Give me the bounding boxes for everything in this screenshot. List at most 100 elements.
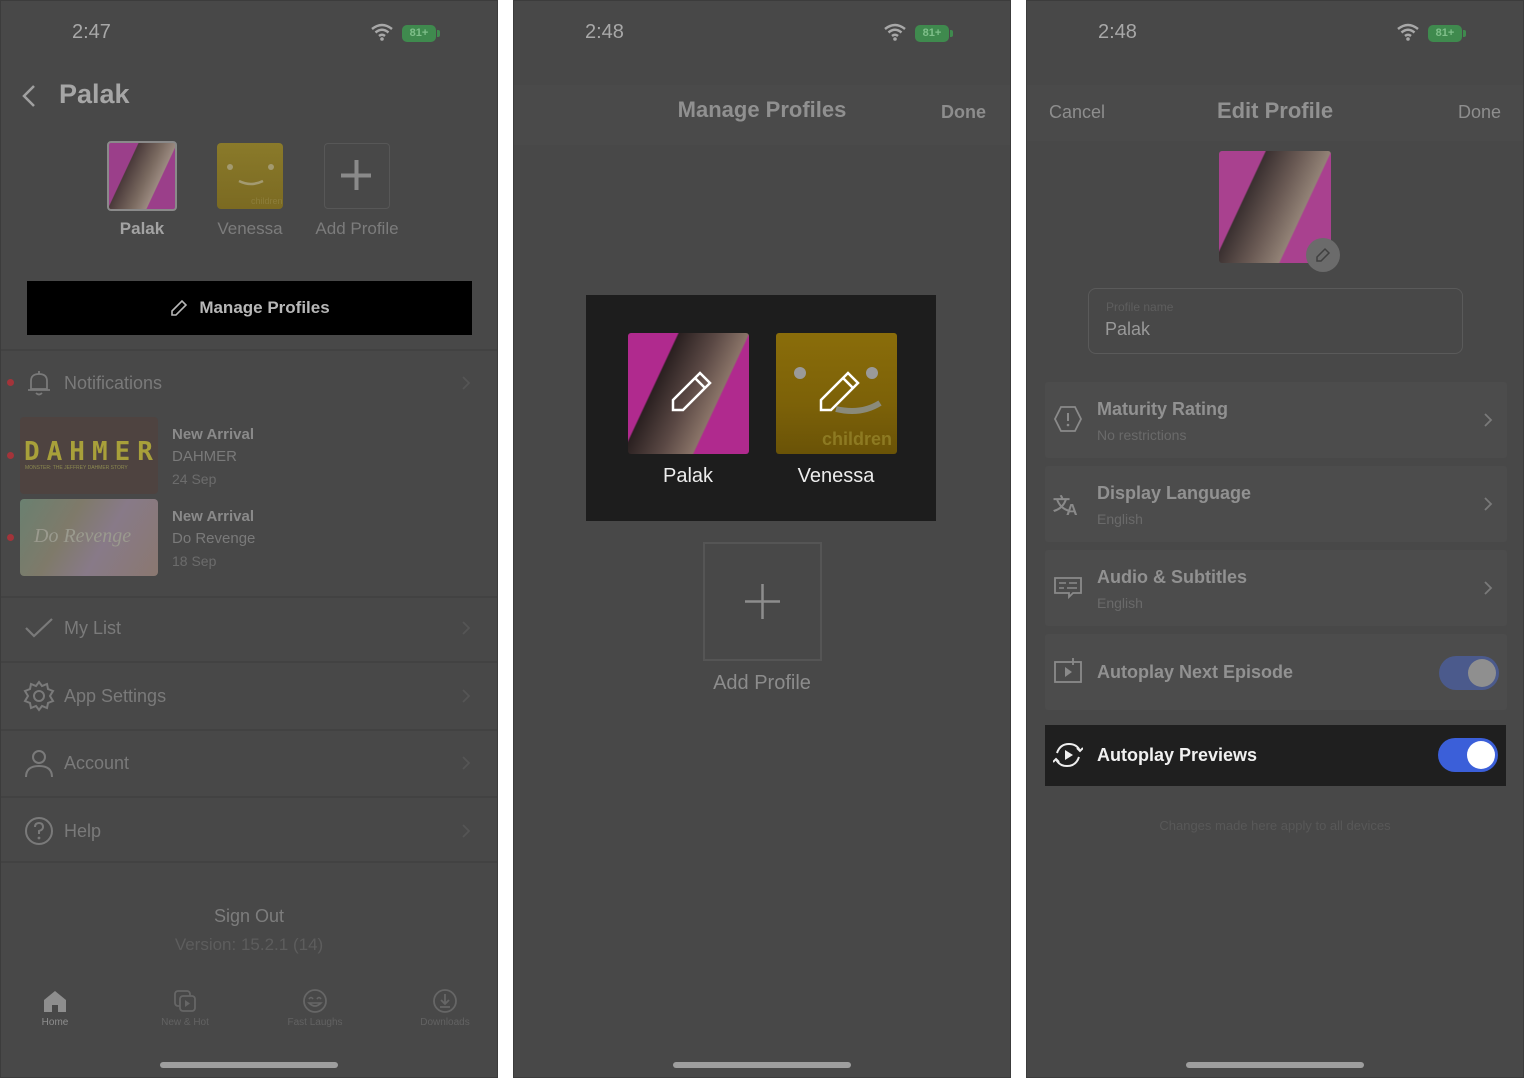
profile-name: Venessa: [797, 465, 875, 487]
setting-autoplay-next-episode: Autoplay Next Episode: [1045, 634, 1507, 710]
profile-name: Palak: [662, 465, 714, 487]
menu-item-label: My List: [64, 617, 122, 638]
sign-out-button[interactable]: Sign Out: [1, 906, 497, 927]
setting-audio-subtitles[interactable]: Audio & Subtitles English: [1045, 550, 1507, 626]
edit-profile-screen: 2:48 81+ Cancel Edit Profile Done Profil…: [1026, 0, 1524, 1078]
chevron-right-icon: [462, 689, 471, 703]
unread-dot: [7, 534, 14, 541]
setting-value: English: [1097, 511, 1143, 527]
smiley-icon: children: [227, 164, 283, 206]
setting-title: Autoplay Previews: [1097, 745, 1258, 765]
tab-fast-laughs[interactable]: Fast Laughs: [270, 989, 360, 1028]
setting-title: Display Language: [1097, 483, 1252, 503]
unread-dot: [7, 452, 14, 459]
svg-text:A: A: [1066, 502, 1078, 518]
setting-display-language[interactable]: 文A Display Language English: [1045, 466, 1507, 542]
fast-laughs-icon: [303, 989, 327, 1013]
autoplay-next-icon: [1054, 658, 1082, 683]
autoplay-previews-icon: [1053, 742, 1083, 768]
tab-home[interactable]: Home: [10, 989, 100, 1028]
home-icon: [44, 991, 66, 1012]
menu-item-app-settings[interactable]: App Settings: [1, 679, 497, 713]
tab-new-hot[interactable]: New & Hot: [140, 989, 230, 1028]
tab-label: Downloads: [420, 1017, 470, 1028]
page-title: Manage Profiles: [677, 97, 847, 122]
page-title: Palak: [59, 79, 130, 109]
home-indicator: [160, 1062, 338, 1068]
wifi-icon: [1397, 23, 1419, 41]
pencil-icon: children: [794, 367, 892, 449]
plus-icon: [745, 584, 780, 619]
chevron-right-icon: [1484, 413, 1493, 427]
back-chevron-icon[interactable]: [19, 83, 41, 109]
manage-profiles-button[interactable]: Manage Profiles: [27, 281, 472, 335]
unread-dot: [7, 379, 14, 386]
autoplay-next-episode-toggle[interactable]: [1439, 656, 1499, 690]
profile-name-field[interactable]: Profile name: [1088, 288, 1463, 354]
bell-icon: [28, 371, 50, 396]
wifi-icon: [884, 23, 906, 41]
profile-name-input[interactable]: [1105, 319, 1435, 340]
profile-menu-screen: 2:47 81+ Palak Palak children Venessa Ad…: [0, 0, 498, 1078]
notification-date: 18 Sep: [172, 553, 217, 569]
profile-avatar-venessa[interactable]: children: [217, 143, 283, 209]
profiles-grid: Palak children Venessa: [586, 295, 936, 521]
poster-title: DAHMER: [24, 437, 158, 467]
notification-title: New Arrival: [172, 508, 254, 525]
status-time: 2:48: [1098, 21, 1137, 43]
menu-item-account[interactable]: Account: [1, 746, 497, 780]
notification-show: Do Revenge: [172, 530, 256, 547]
home-indicator: [1186, 1062, 1364, 1068]
children-badge: children: [251, 196, 283, 206]
dahmer-poster: DAHMER MONSTER: THE JEFFREY DAHMER STORY: [20, 417, 158, 494]
chevron-right-icon: [1484, 497, 1493, 511]
home-indicator: [673, 1062, 851, 1068]
plus-icon: [341, 160, 371, 190]
notifications-row[interactable]: Notifications: [1, 366, 497, 400]
add-profile-label: Add Profile: [315, 219, 399, 238]
chevron-right-icon: [462, 376, 471, 390]
menu-item-help[interactable]: Help: [1, 814, 497, 848]
battery-indicator: 81+: [402, 25, 440, 42]
maturity-icon: [1053, 406, 1083, 432]
profile-name: Palak: [119, 219, 165, 238]
subtitles-icon: [1054, 577, 1082, 600]
menu-item-my-list[interactable]: My List: [1, 611, 497, 645]
chevron-right-icon: [1484, 581, 1493, 595]
poster-subtitle: MONSTER: THE JEFFREY DAHMER STORY: [25, 465, 128, 471]
edit-avatar-button[interactable]: [1306, 238, 1340, 272]
language-icon: 文A: [1053, 494, 1078, 518]
pencil-icon: [671, 371, 712, 412]
menu-item-label: App Settings: [64, 685, 167, 706]
notification-title: New Arrival: [172, 426, 254, 443]
wifi-icon: [371, 23, 393, 41]
chevron-right-icon: [462, 824, 471, 838]
notification-date: 24 Sep: [172, 471, 217, 487]
setting-title: Autoplay Next Episode: [1097, 662, 1294, 682]
check-icon: [25, 618, 53, 638]
version-text: Version: 15.2.1 (14): [174, 935, 324, 954]
done-button[interactable]: Done: [941, 102, 986, 123]
notification-show: DAHMER: [172, 448, 238, 465]
downloads-icon: [433, 989, 457, 1013]
tab-label: Home: [41, 1017, 69, 1028]
setting-maturity-rating[interactable]: Maturity Rating No restrictions: [1045, 382, 1507, 458]
profile-name: Venessa: [217, 219, 283, 238]
profile-avatar-palak[interactable]: [107, 141, 177, 211]
edit-profile-palak[interactable]: [628, 333, 749, 454]
autoplay-previews-toggle[interactable]: [1438, 738, 1498, 772]
setting-value: English: [1097, 595, 1143, 611]
toggle-knob: [1468, 659, 1496, 687]
toggle-knob: [1467, 741, 1495, 769]
setting-title: Audio & Subtitles: [1097, 567, 1247, 587]
status-time: 2:47: [72, 21, 111, 43]
add-profile-button[interactable]: [703, 542, 822, 661]
edit-profile-venessa[interactable]: children: [776, 333, 897, 454]
done-button[interactable]: Done: [1458, 102, 1501, 123]
add-profile-button[interactable]: [324, 143, 390, 209]
setting-value: No restrictions: [1097, 427, 1187, 443]
pencil-icon: [171, 299, 188, 316]
tab-downloads[interactable]: Downloads: [400, 989, 490, 1028]
person-icon: [25, 750, 53, 778]
chevron-right-icon: [462, 756, 471, 770]
